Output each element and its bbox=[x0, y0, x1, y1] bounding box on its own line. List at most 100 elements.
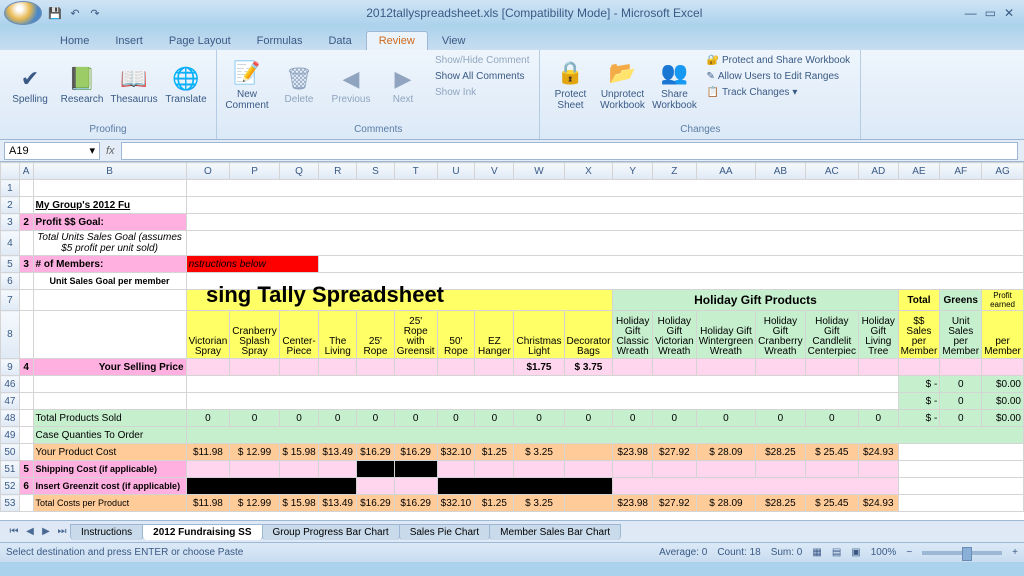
col-header[interactable]: V bbox=[475, 163, 514, 180]
window-title: 2012tallyspreadsheet.xls [Compatibility … bbox=[104, 6, 965, 20]
spelling-icon: ✔ bbox=[21, 67, 39, 91]
col-header[interactable]: AB bbox=[756, 163, 805, 180]
previous-icon: ◀ bbox=[343, 67, 360, 91]
view-normal-icon[interactable]: ▦ bbox=[812, 547, 821, 558]
office-button[interactable] bbox=[4, 1, 42, 25]
spreadsheet-grid[interactable]: ABOPQRSTUVWXYZAAABACADAEAFAG 1 2My Group… bbox=[0, 162, 1024, 520]
tab-page-layout[interactable]: Page Layout bbox=[157, 32, 243, 50]
translate-icon: 🌐 bbox=[172, 67, 199, 91]
status-average: Average: 0 bbox=[659, 547, 707, 558]
minimize-icon[interactable]: — bbox=[965, 6, 977, 20]
col-header[interactable]: AD bbox=[858, 163, 898, 180]
col-header[interactable]: T bbox=[394, 163, 437, 180]
tab-first-icon[interactable]: ⏮ bbox=[6, 526, 22, 537]
col-header[interactable]: AF bbox=[940, 163, 982, 180]
unprotect-icon: 📂 bbox=[609, 61, 636, 85]
col-header[interactable]: AE bbox=[898, 163, 940, 180]
formula-bar[interactable] bbox=[121, 142, 1018, 160]
group-changes: 🔒Protect Sheet 📂Unprotect Workbook 👥Shar… bbox=[540, 50, 861, 139]
tab-formulas[interactable]: Formulas bbox=[245, 32, 315, 50]
zoom-slider[interactable] bbox=[922, 551, 1002, 555]
tab-review[interactable]: Review bbox=[366, 31, 428, 50]
status-bar: Select destination and press ENTER or ch… bbox=[0, 542, 1024, 562]
tab-view[interactable]: View bbox=[430, 32, 478, 50]
col-header[interactable]: X bbox=[564, 163, 613, 180]
thesaurus-button[interactable]: 📖Thesaurus bbox=[110, 53, 158, 119]
sheet-tab[interactable]: Instructions bbox=[70, 524, 143, 540]
select-all-corner[interactable] bbox=[1, 163, 20, 180]
col-header[interactable]: Q bbox=[279, 163, 319, 180]
fx-label[interactable]: fx bbox=[100, 145, 121, 157]
col-header[interactable]: A bbox=[19, 163, 33, 180]
protect-sheet-button[interactable]: 🔒Protect Sheet bbox=[546, 53, 594, 119]
sheet-tab[interactable]: Sales Pie Chart bbox=[399, 524, 490, 540]
col-header[interactable]: AA bbox=[696, 163, 755, 180]
ribbon-tabs: Home Insert Page Layout Formulas Data Re… bbox=[0, 26, 1024, 50]
name-box[interactable]: A19▾ bbox=[4, 142, 100, 160]
delete-comment-button[interactable]: 🗑Delete bbox=[275, 53, 323, 119]
delete-icon: 🗑 bbox=[285, 67, 313, 91]
cell[interactable]: My Group's 2012 Fu bbox=[33, 197, 186, 214]
next-button[interactable]: ▶Next bbox=[379, 53, 427, 119]
quick-access-toolbar: 💾 ↶ ↷ bbox=[46, 4, 104, 22]
view-break-icon[interactable]: ▣ bbox=[851, 547, 860, 558]
col-header[interactable]: O bbox=[186, 163, 230, 180]
col-header[interactable]: P bbox=[230, 163, 279, 180]
group-proofing: ✔Spelling 📗Research 📖Thesaurus 🌐Translat… bbox=[0, 50, 217, 139]
previous-button[interactable]: ◀Previous bbox=[327, 53, 375, 119]
sheet-tab[interactable]: 2012 Fundraising SS bbox=[142, 524, 262, 540]
new-comment-icon: 📝 bbox=[233, 61, 260, 85]
next-icon: ▶ bbox=[395, 67, 412, 91]
status-count: Count: 18 bbox=[717, 547, 760, 558]
status-text: Select destination and press ENTER or ch… bbox=[6, 547, 243, 558]
zoom-out-icon[interactable]: − bbox=[906, 547, 912, 558]
col-header[interactable]: B bbox=[33, 163, 186, 180]
column-headers: ABOPQRSTUVWXYZAAABACADAEAFAG bbox=[1, 163, 1024, 180]
col-header[interactable]: AC bbox=[805, 163, 858, 180]
group-comments: 📝New Comment 🗑Delete ◀Previous ▶Next Sho… bbox=[217, 50, 540, 139]
titlebar: 💾 ↶ ↷ 2012tallyspreadsheet.xls [Compatib… bbox=[0, 0, 1024, 26]
ribbon: ✔Spelling 📗Research 📖Thesaurus 🌐Translat… bbox=[0, 50, 1024, 140]
share-workbook-button[interactable]: 👥Share Workbook bbox=[650, 53, 698, 119]
translate-button[interactable]: 🌐Translate bbox=[162, 53, 210, 119]
unprotect-workbook-button[interactable]: 📂Unprotect Workbook bbox=[598, 53, 646, 119]
showhide-button[interactable]: Show/Hide Comment bbox=[431, 53, 533, 68]
close-icon[interactable]: ✕ bbox=[1004, 6, 1014, 20]
thesaurus-icon: 📖 bbox=[120, 67, 147, 91]
tab-next-icon[interactable]: ▶ bbox=[38, 526, 54, 537]
col-header[interactable]: R bbox=[319, 163, 357, 180]
undo-icon[interactable]: ↶ bbox=[66, 4, 84, 22]
tab-last-icon[interactable]: ⏭ bbox=[54, 526, 70, 537]
save-icon[interactable]: 💾 bbox=[46, 4, 64, 22]
redo-icon[interactable]: ↷ bbox=[86, 4, 104, 22]
tab-data[interactable]: Data bbox=[316, 32, 363, 50]
spelling-button[interactable]: ✔Spelling bbox=[6, 53, 54, 119]
status-sum: Sum: 0 bbox=[771, 547, 803, 558]
track-changes-button[interactable]: 📋 Track Changes ▾ bbox=[702, 85, 854, 100]
showink-button[interactable]: Show Ink bbox=[431, 85, 533, 100]
protect-share-button[interactable]: 🔐 Protect and Share Workbook bbox=[702, 53, 854, 68]
sheet-tab[interactable]: Member Sales Bar Chart bbox=[489, 524, 621, 540]
tab-insert[interactable]: Insert bbox=[103, 32, 155, 50]
restore-icon[interactable]: ▭ bbox=[985, 6, 996, 20]
zoom-level[interactable]: 100% bbox=[871, 547, 897, 558]
research-button[interactable]: 📗Research bbox=[58, 53, 106, 119]
tab-home[interactable]: Home bbox=[48, 32, 101, 50]
col-header[interactable]: U bbox=[437, 163, 475, 180]
view-layout-icon[interactable]: ▤ bbox=[832, 547, 841, 558]
col-header[interactable]: AG bbox=[982, 163, 1024, 180]
chevron-down-icon[interactable]: ▾ bbox=[89, 144, 95, 157]
showall-button[interactable]: Show All Comments bbox=[431, 69, 533, 84]
col-header[interactable]: W bbox=[514, 163, 564, 180]
col-header[interactable]: S bbox=[357, 163, 395, 180]
new-comment-button[interactable]: 📝New Comment bbox=[223, 53, 271, 119]
col-header[interactable]: Z bbox=[652, 163, 696, 180]
col-header[interactable]: Y bbox=[613, 163, 653, 180]
share-icon: 👥 bbox=[661, 61, 688, 85]
zoom-in-icon[interactable]: + bbox=[1012, 547, 1018, 558]
sheet-tab[interactable]: Group Progress Bar Chart bbox=[262, 524, 400, 540]
allow-edit-button[interactable]: ✎ Allow Users to Edit Ranges bbox=[702, 69, 854, 84]
formula-bar-row: A19▾ fx bbox=[0, 140, 1024, 162]
tab-prev-icon[interactable]: ◀ bbox=[22, 526, 38, 537]
protect-sheet-icon: 🔒 bbox=[557, 61, 584, 85]
